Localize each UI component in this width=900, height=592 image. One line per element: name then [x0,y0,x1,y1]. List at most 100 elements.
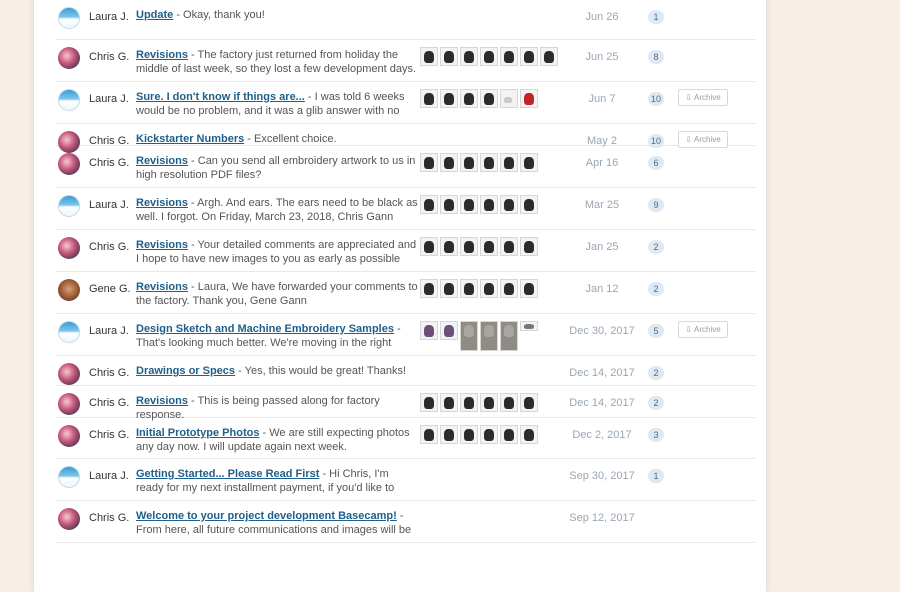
image-thumbnail[interactable] [460,47,478,66]
message-title-link[interactable]: Revisions [136,49,188,61]
image-thumbnail[interactable] [500,237,518,256]
attachment-thumbnails [420,237,540,259]
message-date: Jun 26 [585,11,619,23]
message-snippet: - Yes, this would be great! Thanks! [235,365,407,377]
message-title-link[interactable]: Revisions [136,395,188,407]
image-thumbnail[interactable] [460,393,478,412]
message-title-link[interactable]: Welcome to your project development Base… [136,510,397,522]
comment-count-badge: 1 [648,10,664,24]
message-title-link[interactable]: Update [136,9,173,21]
image-thumbnail[interactable] [420,153,438,172]
message-date: Sep 30, 2017 [569,470,635,482]
archive-button[interactable]: ⇩ Archive [678,89,728,106]
message-row[interactable]: Laura J. Getting Started... Please Read F… [56,459,756,501]
message-row[interactable]: Chris G. Revisions - Your detailed commen… [56,230,756,272]
message-row[interactable]: Chris G. Revisions - The factory just ret… [56,40,756,82]
message-title-link[interactable]: Revisions [136,281,188,293]
message-title-link[interactable]: Design Sketch and Machine Embroidery Sam… [136,323,394,335]
image-thumbnail[interactable] [480,195,498,214]
image-thumbnail[interactable] [440,237,458,256]
image-thumbnail[interactable] [420,321,438,340]
archive-button[interactable]: ⇩ Archive [678,321,728,338]
attachment-thumbnails [420,153,540,175]
image-thumbnail[interactable] [460,237,478,256]
image-thumbnail[interactable] [500,195,518,214]
author-avatar [58,153,80,175]
image-thumbnail[interactable] [520,195,538,214]
message-date: Mar 25 [584,199,620,211]
image-thumbnail[interactable] [520,89,538,108]
author-avatar [58,508,80,530]
message-title-link[interactable]: Getting Started... Please Read First [136,468,319,480]
image-thumbnail[interactable] [420,237,438,256]
message-summary: Welcome to your project development Base… [136,509,418,539]
image-thumbnail[interactable] [480,47,498,66]
image-thumbnail[interactable] [500,89,518,108]
message-date: Sep 12, 2017 [569,512,635,524]
message-row[interactable]: Laura J. Design Sketch and Machine Embroi… [56,314,756,356]
image-thumbnail[interactable] [440,425,458,444]
message-title-link[interactable]: Revisions [136,155,188,167]
image-thumbnail[interactable] [420,279,438,298]
image-thumbnail[interactable] [420,425,438,444]
message-row[interactable]: Laura J. Revisions - Argh. And ears. The … [56,188,756,230]
attachment-thumbnails [420,393,540,415]
image-thumbnail[interactable] [500,321,518,351]
message-row[interactable]: Laura J. Update - Okay, thank you! Jun 26 1 [56,0,756,40]
image-thumbnail[interactable] [520,393,538,412]
image-thumbnail[interactable] [520,237,538,256]
image-thumbnail[interactable] [420,393,438,412]
image-thumbnail[interactable] [420,89,438,108]
image-thumbnail[interactable] [480,321,498,351]
image-thumbnail[interactable] [480,425,498,444]
image-thumbnail[interactable] [500,47,518,66]
message-row[interactable]: Gene G. Revisions - Laura, We have forwar… [56,272,756,314]
author-avatar [58,393,80,415]
message-title-link[interactable]: Kickstarter Numbers [136,133,244,145]
image-thumbnail[interactable] [460,89,478,108]
message-title-link[interactable]: Sure. I don't know if things are... [136,91,305,103]
image-thumbnail[interactable] [440,321,458,340]
image-thumbnail[interactable] [420,47,438,66]
image-thumbnail[interactable] [440,393,458,412]
message-title-link[interactable]: Revisions [136,197,188,209]
image-thumbnail[interactable] [520,425,538,444]
image-thumbnail[interactable] [480,153,498,172]
message-title-link[interactable]: Initial Prototype Photos [136,427,259,439]
message-title-link[interactable]: Drawings or Specs [136,365,235,377]
message-row[interactable]: Chris G. Initial Prototype Photos - We ar… [56,418,756,459]
image-thumbnail[interactable] [500,279,518,298]
image-thumbnail[interactable] [460,195,478,214]
image-thumbnail[interactable] [460,425,478,444]
archive-icon: ⇩ [685,325,692,334]
image-thumbnail[interactable] [540,47,558,66]
image-thumbnail[interactable] [480,89,498,108]
image-thumbnail[interactable] [440,279,458,298]
image-thumbnail[interactable] [500,425,518,444]
image-thumbnail[interactable] [440,153,458,172]
image-thumbnail[interactable] [460,153,478,172]
image-thumbnail[interactable] [520,153,538,172]
message-row[interactable]: Chris G. Welcome to your project developm… [56,501,756,543]
image-thumbnail[interactable] [500,153,518,172]
message-row[interactable]: Chris G. Revisions - Can you send all emb… [56,146,756,188]
image-thumbnail[interactable] [500,393,518,412]
image-thumbnail[interactable] [460,279,478,298]
message-row[interactable]: Laura J. Sure. I don't know if things are… [56,82,756,124]
image-thumbnail[interactable] [420,195,438,214]
image-thumbnail[interactable] [520,321,538,331]
image-thumbnail[interactable] [440,47,458,66]
message-row[interactable]: Chris G. Kickstarter Numbers - Excellent … [56,124,756,153]
image-thumbnail[interactable] [480,393,498,412]
message-summary: Revisions - Argh. And ears. The ears nee… [136,196,418,226]
image-thumbnail[interactable] [440,89,458,108]
image-thumbnail[interactable] [520,47,538,66]
message-row[interactable]: Chris G. Revisions - This is being passed… [56,386,756,421]
message-title-link[interactable]: Revisions [136,239,188,251]
message-row[interactable]: Chris G. Drawings or Specs - Yes, this wo… [56,356,756,386]
image-thumbnail[interactable] [520,279,538,298]
image-thumbnail[interactable] [440,195,458,214]
image-thumbnail[interactable] [460,321,478,351]
image-thumbnail[interactable] [480,237,498,256]
image-thumbnail[interactable] [480,279,498,298]
